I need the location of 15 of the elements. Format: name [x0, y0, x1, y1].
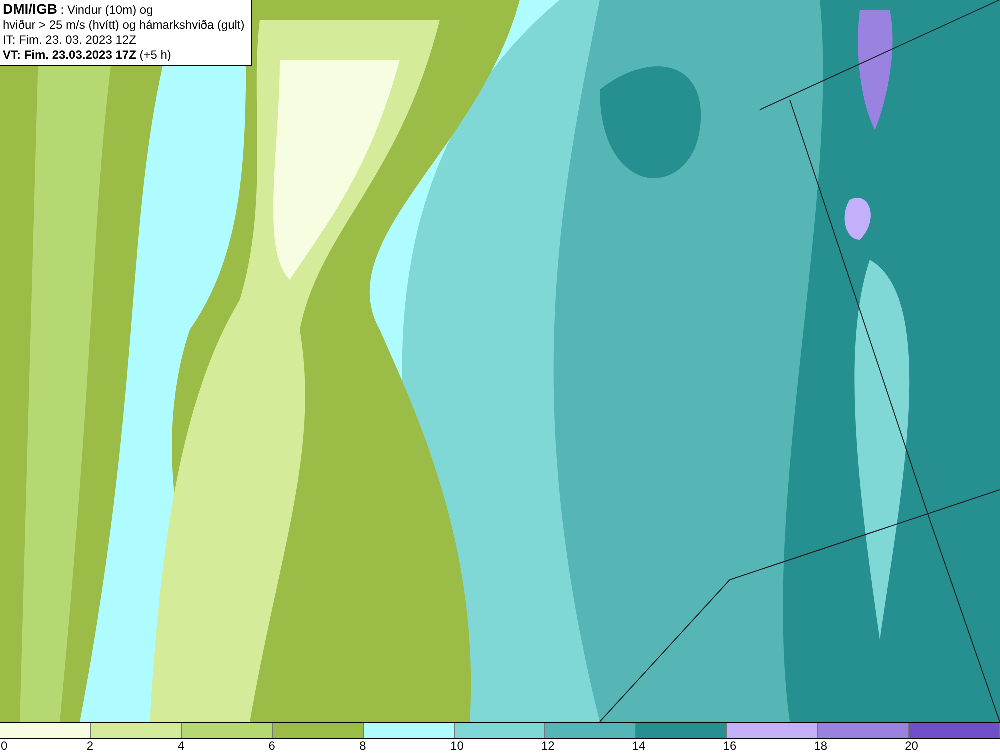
title-line: VT: Fim. 23.03.2023 17Z (+5 h): [3, 48, 172, 63]
legend-tick-label: 8: [360, 739, 366, 753]
legend-tick-label: 4: [178, 739, 184, 753]
legend-tick-label: 10: [450, 739, 464, 753]
title-line: hviður > 25 m/s (hvítt) og hámarkshviða (gult): [3, 18, 245, 33]
legend-tick-label: 16: [723, 739, 737, 753]
legend-tick-label: 2: [86, 739, 94, 753]
legend-tick-label: 20: [905, 739, 918, 753]
title-line: DMI/IGB : Vindur (10m) og: [3, 2, 154, 18]
legend-tick-label: 0: [1, 739, 8, 753]
legend-tick-label: 12: [541, 739, 555, 753]
legend-tick-label: 18: [814, 739, 828, 753]
legend-tick-label: 14: [632, 739, 646, 753]
legend-tick-label: 6: [268, 739, 276, 753]
title-line: IT: Fim. 23. 03. 2023 12Z: [3, 33, 138, 48]
